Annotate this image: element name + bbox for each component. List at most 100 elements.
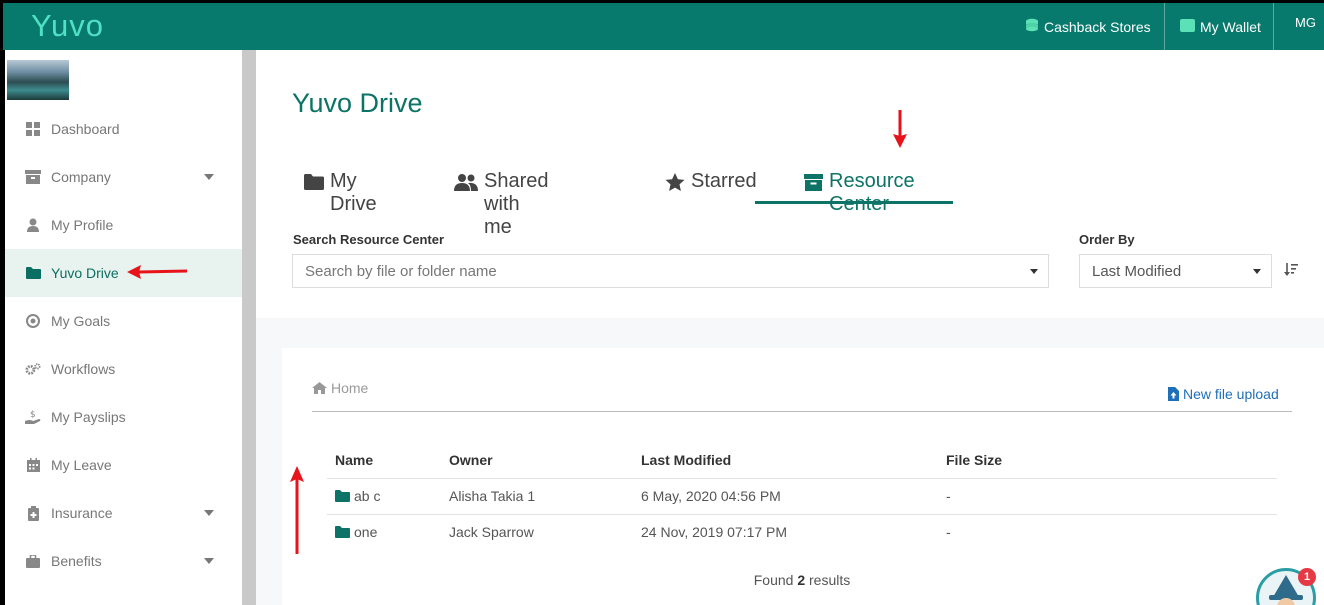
table-cell-modified: 24 Nov, 2019 07:17 PM [641,524,788,540]
new-file-upload-link[interactable]: New file upload [1168,386,1279,402]
annotation-arrow-down [893,110,907,148]
svg-text:$: $ [30,410,36,420]
wallet-icon [1180,18,1195,35]
results-count: Found 2 results [282,572,1322,588]
column-header-name[interactable]: Name [335,452,373,468]
calendar-icon [25,457,41,473]
main-content: Yuvo Drive My Drive Shared with me Starr… [256,50,1324,605]
table-cell-owner: Alisha Takia 1 [449,488,536,504]
gears-icon [25,361,41,377]
table-cell-size: - [946,488,951,504]
user-icon [25,217,41,233]
sidebar-item-benefits[interactable]: Benefits [5,537,242,585]
chevron-down-icon[interactable] [204,558,214,564]
user-menu[interactable]: MG [1295,3,1316,50]
target-icon [25,313,41,329]
star-icon [665,170,685,194]
order-by-select[interactable]: Last Modified [1079,254,1272,288]
home-icon [312,382,327,394]
chevron-down-icon[interactable] [204,510,214,516]
sidebar: Dashboard Company My Profile Yuvo Drive … [0,50,242,605]
search-input[interactable]: Search by file or folder name [292,254,1049,288]
drive-header-panel: Yuvo Drive My Drive Shared with me Starr… [256,50,1324,318]
breadcrumb-home[interactable]: Home [312,380,368,396]
my-wallet-link[interactable]: My Wallet [1180,3,1261,50]
sidebar-item-my-payslips[interactable]: $ My Payslips [5,393,242,441]
folder-icon [335,490,350,502]
file-browser-card: Home New file upload Name Owner Last Mod… [282,348,1324,605]
results-suffix: results [809,572,851,588]
search-label: Search Resource Center [293,232,445,247]
folder-name: one [354,524,378,540]
annotation-arrow-up [290,466,304,554]
topbar-divider [1164,3,1165,50]
briefcase-icon [25,553,41,569]
app-frame: Yuvo Cashback Stores My Wallet MG Dashbo… [0,0,1324,605]
company-banner-image [7,60,69,100]
sidebar-item-yuvo-drive[interactable]: Yuvo Drive [5,249,242,297]
table-divider [327,514,1277,515]
users-icon [454,170,478,194]
sidebar-item-label: Company [51,169,111,185]
sidebar-item-my-profile[interactable]: My Profile [5,201,242,249]
chevron-down-icon [1253,269,1261,274]
chevron-down-icon[interactable] [1030,269,1038,274]
chevron-down-icon[interactable] [204,174,214,180]
table-cell-modified: 6 May, 2020 04:56 PM [641,488,781,504]
search-placeholder: Search by file or folder name [305,262,497,280]
sidebar-item-my-leave[interactable]: My Leave [5,441,242,489]
dashboard-icon [25,121,41,137]
table-cell-owner: Jack Sparrow [449,524,534,540]
tab-label: Resource Center [829,170,915,215]
sidebar-item-label: My Goals [51,313,111,329]
payslip-icon: $ [25,409,41,425]
order-by-value: Last Modified [1092,262,1182,280]
sidebar-item-insurance[interactable]: Insurance [5,489,242,537]
top-bar: Yuvo Cashback Stores My Wallet MG [0,0,1324,50]
folder-name: ab c [354,488,381,504]
active-tab-indicator [755,201,953,204]
file-upload-icon [1168,387,1179,401]
tab-label: Starred [691,170,757,192]
sort-direction-icon[interactable] [1284,262,1299,277]
sidebar-item-label: Benefits [51,553,102,569]
sidebar-item-label: My Profile [51,217,114,233]
breadcrumb-divider [312,411,1292,412]
column-header-owner[interactable]: Owner [449,452,493,468]
column-header-last-modified[interactable]: Last Modified [641,452,731,468]
column-header-file-size[interactable]: File Size [946,452,1002,468]
sidebar-item-label: My Payslips [51,409,126,425]
tab-starred[interactable]: Starred [665,170,757,214]
table-cell-name[interactable]: one [335,522,377,542]
sidebar-item-label: My Leave [51,457,112,473]
sidebar-item-company[interactable]: Company [5,153,242,201]
order-by-label: Order By [1079,232,1135,247]
notification-badge: 1 [1298,568,1316,586]
sidebar-item-label: Yuvo Drive [51,265,119,281]
folder-icon [25,265,41,281]
topbar-divider [1273,3,1274,50]
tab-resource-center[interactable]: Resource Center [804,170,915,215]
annotation-arrow-left [127,265,188,279]
sidebar-item-dashboard[interactable]: Dashboard [5,105,242,153]
wallet-label: My Wallet [1200,18,1261,35]
cashback-stores-link[interactable]: Cashback Stores [1025,3,1151,50]
yuvo-logo[interactable]: Yuvo [31,8,104,44]
sidebar-item-label: Insurance [51,505,113,521]
table-cell-name[interactable]: ab c [335,486,380,506]
results-number: 2 [797,572,806,588]
breadcrumb-label: Home [331,380,369,396]
table-divider [327,478,1277,479]
folder-icon [304,170,324,194]
cashback-label: Cashback Stores [1044,18,1151,35]
upload-label: New file upload [1183,386,1279,402]
sidebar-item-my-goals[interactable]: My Goals [5,297,242,345]
page-title: Yuvo Drive [292,88,423,118]
tab-label: My Drive [330,170,377,215]
tab-shared-with-me[interactable]: Shared with me [454,170,549,238]
folder-icon [335,526,350,538]
tab-my-drive[interactable]: My Drive [304,170,377,215]
sidebar-item-label: Workflows [51,361,116,377]
sidebar-scrollbar[interactable] [242,50,256,605]
sidebar-item-workflows[interactable]: Workflows [5,345,242,393]
